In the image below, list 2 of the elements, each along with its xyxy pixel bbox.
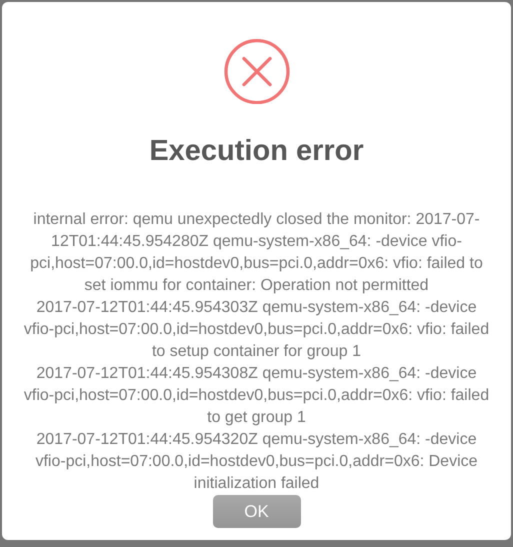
dialog-title: Execution error	[149, 134, 364, 170]
error-message: internal error: qemu unexpectedly closed the monitor: 2017-07-12T01:44:45.954280Z qemu-system-x86_64: -device vfio-pci,host=07:00.0,id=hostdev0,bus=pci.0,addr=0x6: vfio: failed to set iommu for container: Operation not permitted 2017-07-12T01:44:45.954303Z qemu-system-x86_64: -device vfio-pci,host=07:00.0,id=hostdev0,bus=pci.0,addr=0x6: vfio: failed to setup container for group 1 2017-07-12T01:44:45.954308Z qemu-system-x86_64: -device vfio-pci,host=07:00.0,id=hostdev0,bus=pci.0,addr=0x6: vfio: failed to get group 1 2017-07-12T01:44:45.954320Z qemu-system-x86_64: -device vfio-pci,host=07:00.0,id=hostdev0,bus=pci.0,addr=0x6: Device initialization failed	[22, 210, 490, 494]
